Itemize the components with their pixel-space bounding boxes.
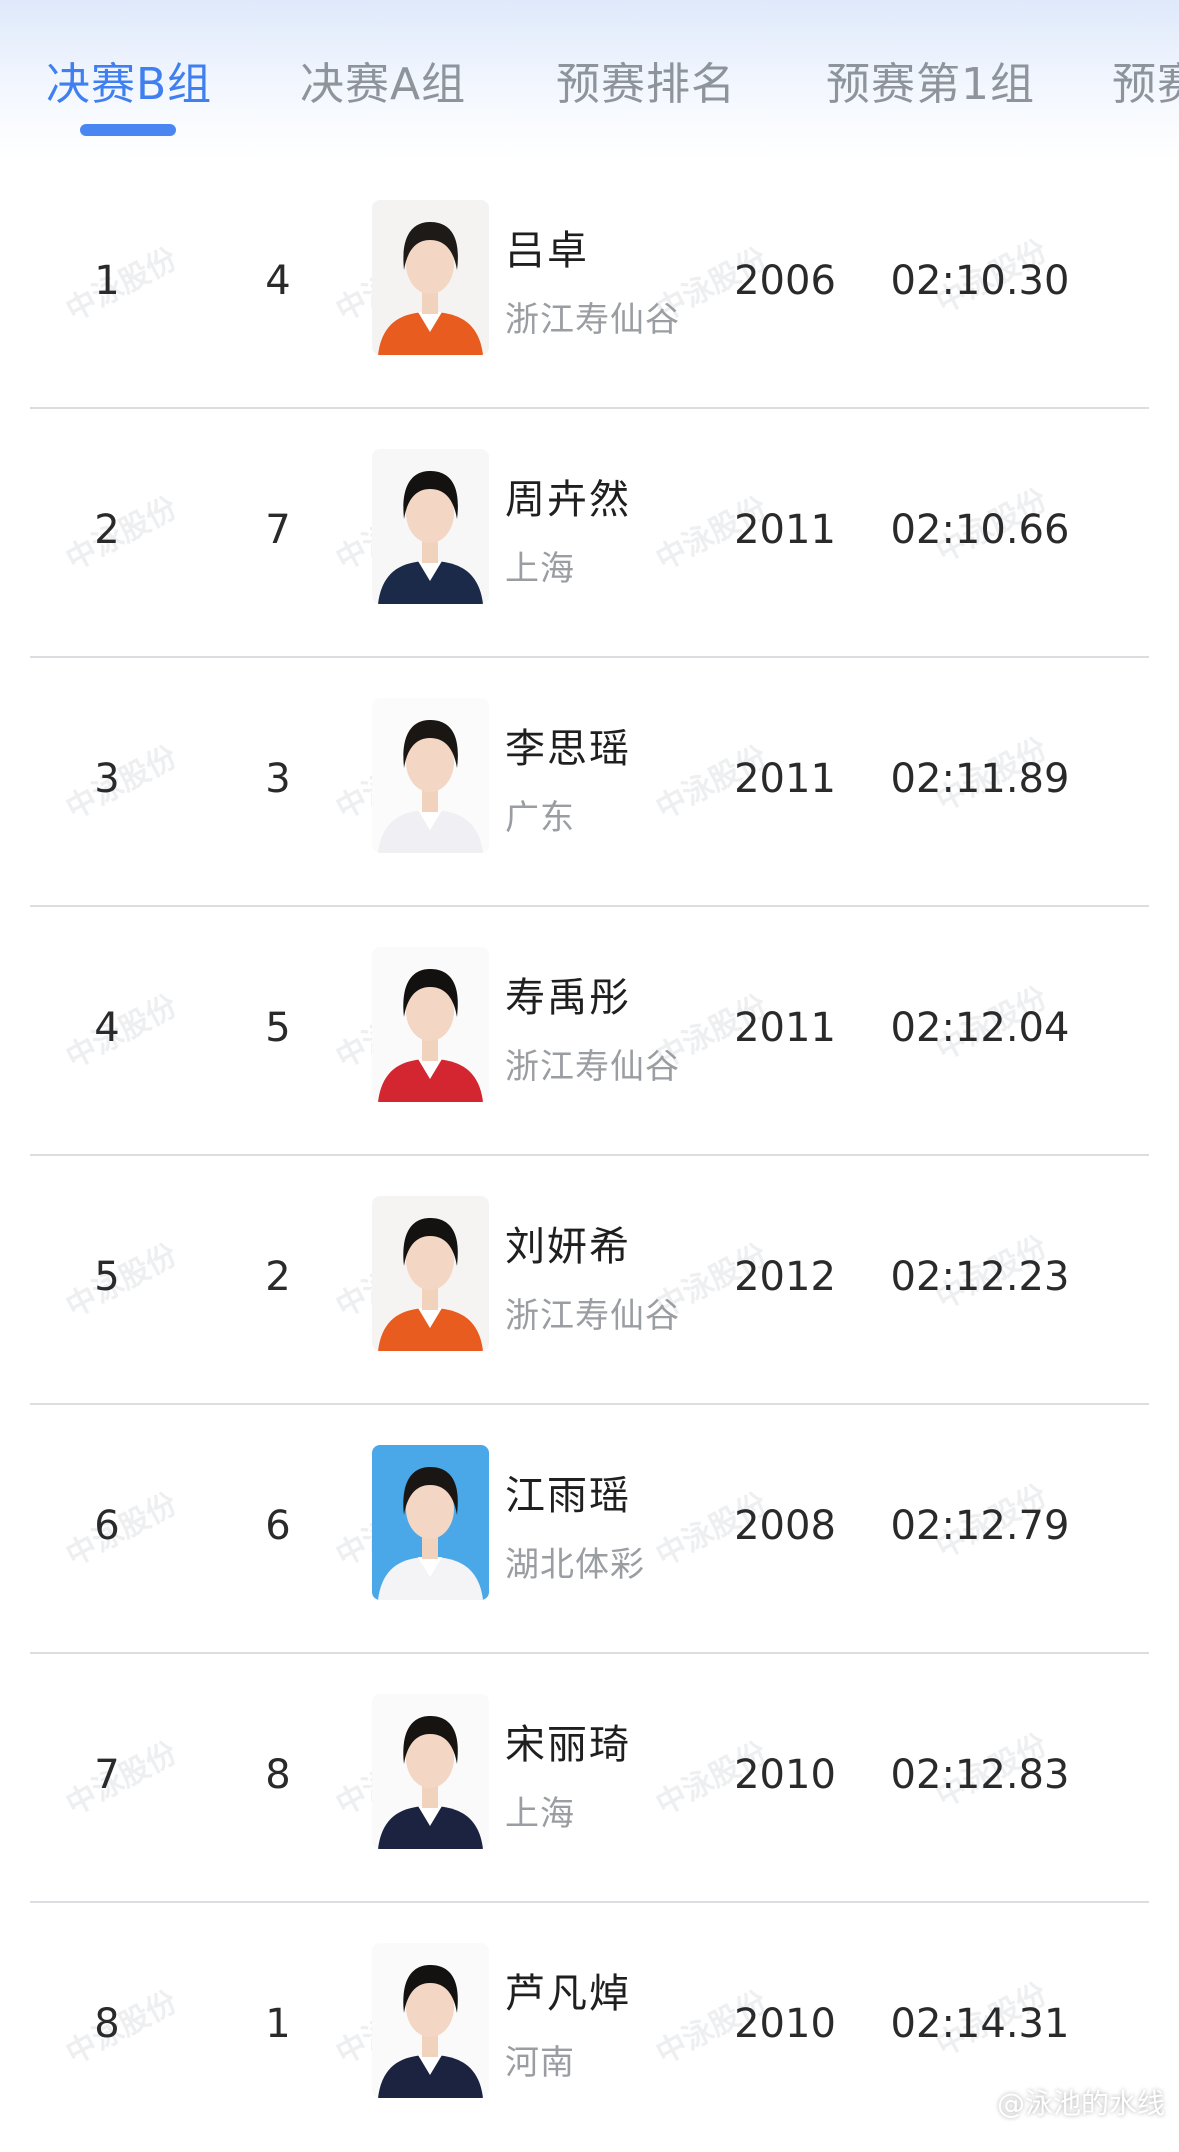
result-time: 02:12.04 — [890, 1005, 1070, 1051]
result-time: 02:12.79 — [890, 1503, 1070, 1549]
tab-heat-1[interactable]: 预赛第1组 — [826, 48, 1035, 112]
team-name: 上海 — [505, 1794, 575, 1834]
team-name: 浙江寿仙谷 — [505, 1047, 680, 1087]
tab-heats-more[interactable]: 预赛 — [1112, 48, 1179, 112]
lane-cell: 5 — [265, 1005, 291, 1051]
lane-cell: 4 — [265, 258, 291, 304]
result-time: 02:10.30 — [890, 258, 1070, 304]
athlete-photo — [372, 1445, 489, 1600]
team-name: 湖北体彩 — [505, 1545, 645, 1585]
tab-bar: 决赛B组 决赛A组 预赛排名 预赛第1组 预赛 — [0, 0, 1179, 160]
lane-cell: 7 — [265, 507, 291, 553]
rank-cell: 5 — [94, 1254, 120, 1300]
athlete-name: 吕卓 — [505, 228, 589, 274]
source-credit: @泳池的水线 — [996, 2087, 1165, 2120]
result-row[interactable]: 中泳股份中泳股份中泳股份中泳股份78宋丽琦上海201002:12.83 — [0, 1654, 1179, 1903]
rank-cell: 8 — [94, 2001, 120, 2047]
athlete-name: 刘妍希 — [505, 1224, 631, 1270]
rank-cell: 2 — [94, 507, 120, 553]
athlete-name: 寿禹彤 — [505, 975, 631, 1021]
rank-cell: 7 — [94, 1752, 120, 1798]
athlete-photo — [372, 449, 489, 604]
athlete-photo — [372, 947, 489, 1102]
athlete-name: 李思瑶 — [505, 726, 631, 772]
results-list: 中泳股份中泳股份中泳股份中泳股份14吕卓浙江寿仙谷200602:10.30中泳股… — [0, 160, 1179, 2152]
birth-year: 2011 — [734, 756, 836, 802]
result-row[interactable]: 中泳股份中泳股份中泳股份中泳股份33李思瑶广东201102:11.89 — [0, 658, 1179, 907]
tab-final-a[interactable]: 决赛A组 — [300, 48, 466, 112]
rank-cell: 6 — [94, 1503, 120, 1549]
team-name: 上海 — [505, 549, 575, 589]
result-row[interactable]: 中泳股份中泳股份中泳股份中泳股份45寿禹彤浙江寿仙谷201102:12.04 — [0, 907, 1179, 1156]
tab-heats-ranking[interactable]: 预赛排名 — [556, 48, 736, 112]
result-time: 02:14.31 — [890, 2001, 1070, 2047]
athlete-name: 宋丽琦 — [505, 1722, 631, 1768]
athlete-name: 周卉然 — [505, 477, 631, 523]
result-time: 02:10.66 — [890, 507, 1070, 553]
athlete-photo — [372, 698, 489, 853]
rank-cell: 3 — [94, 756, 120, 802]
lane-cell: 1 — [265, 2001, 291, 2047]
birth-year: 2010 — [734, 2001, 836, 2047]
lane-cell: 8 — [265, 1752, 291, 1798]
lane-cell: 3 — [265, 756, 291, 802]
birth-year: 2011 — [734, 507, 836, 553]
birth-year: 2010 — [734, 1752, 836, 1798]
result-row[interactable]: 中泳股份中泳股份中泳股份中泳股份66江雨瑶湖北体彩200802:12.79 — [0, 1405, 1179, 1654]
result-time: 02:12.23 — [890, 1254, 1070, 1300]
athlete-photo — [372, 1943, 489, 2098]
birth-year: 2008 — [734, 1503, 836, 1549]
athlete-photo — [372, 1196, 489, 1351]
birth-year: 2006 — [734, 258, 836, 304]
result-row[interactable]: 中泳股份中泳股份中泳股份中泳股份52刘妍希浙江寿仙谷201202:12.23 — [0, 1156, 1179, 1405]
tab-final-b[interactable]: 决赛B组 — [46, 48, 212, 112]
birth-year: 2012 — [734, 1254, 836, 1300]
rank-cell: 4 — [94, 1005, 120, 1051]
rank-cell: 1 — [94, 258, 120, 304]
team-name: 浙江寿仙谷 — [505, 1296, 680, 1336]
result-time: 02:12.83 — [890, 1752, 1070, 1798]
athlete-name: 芦凡焯 — [505, 1971, 631, 2017]
athlete-photo — [372, 200, 489, 355]
athlete-photo — [372, 1694, 489, 1849]
lane-cell: 2 — [265, 1254, 291, 1300]
result-row[interactable]: 中泳股份中泳股份中泳股份中泳股份14吕卓浙江寿仙谷200602:10.30 — [0, 160, 1179, 409]
active-tab-indicator — [80, 124, 176, 136]
team-name: 河南 — [505, 2043, 575, 2083]
result-time: 02:11.89 — [890, 756, 1070, 802]
team-name: 广东 — [505, 798, 575, 838]
result-row[interactable]: 中泳股份中泳股份中泳股份中泳股份27周卉然上海201102:10.66 — [0, 409, 1179, 658]
team-name: 浙江寿仙谷 — [505, 300, 680, 340]
athlete-name: 江雨瑶 — [505, 1473, 631, 1519]
birth-year: 2011 — [734, 1005, 836, 1051]
lane-cell: 6 — [265, 1503, 291, 1549]
